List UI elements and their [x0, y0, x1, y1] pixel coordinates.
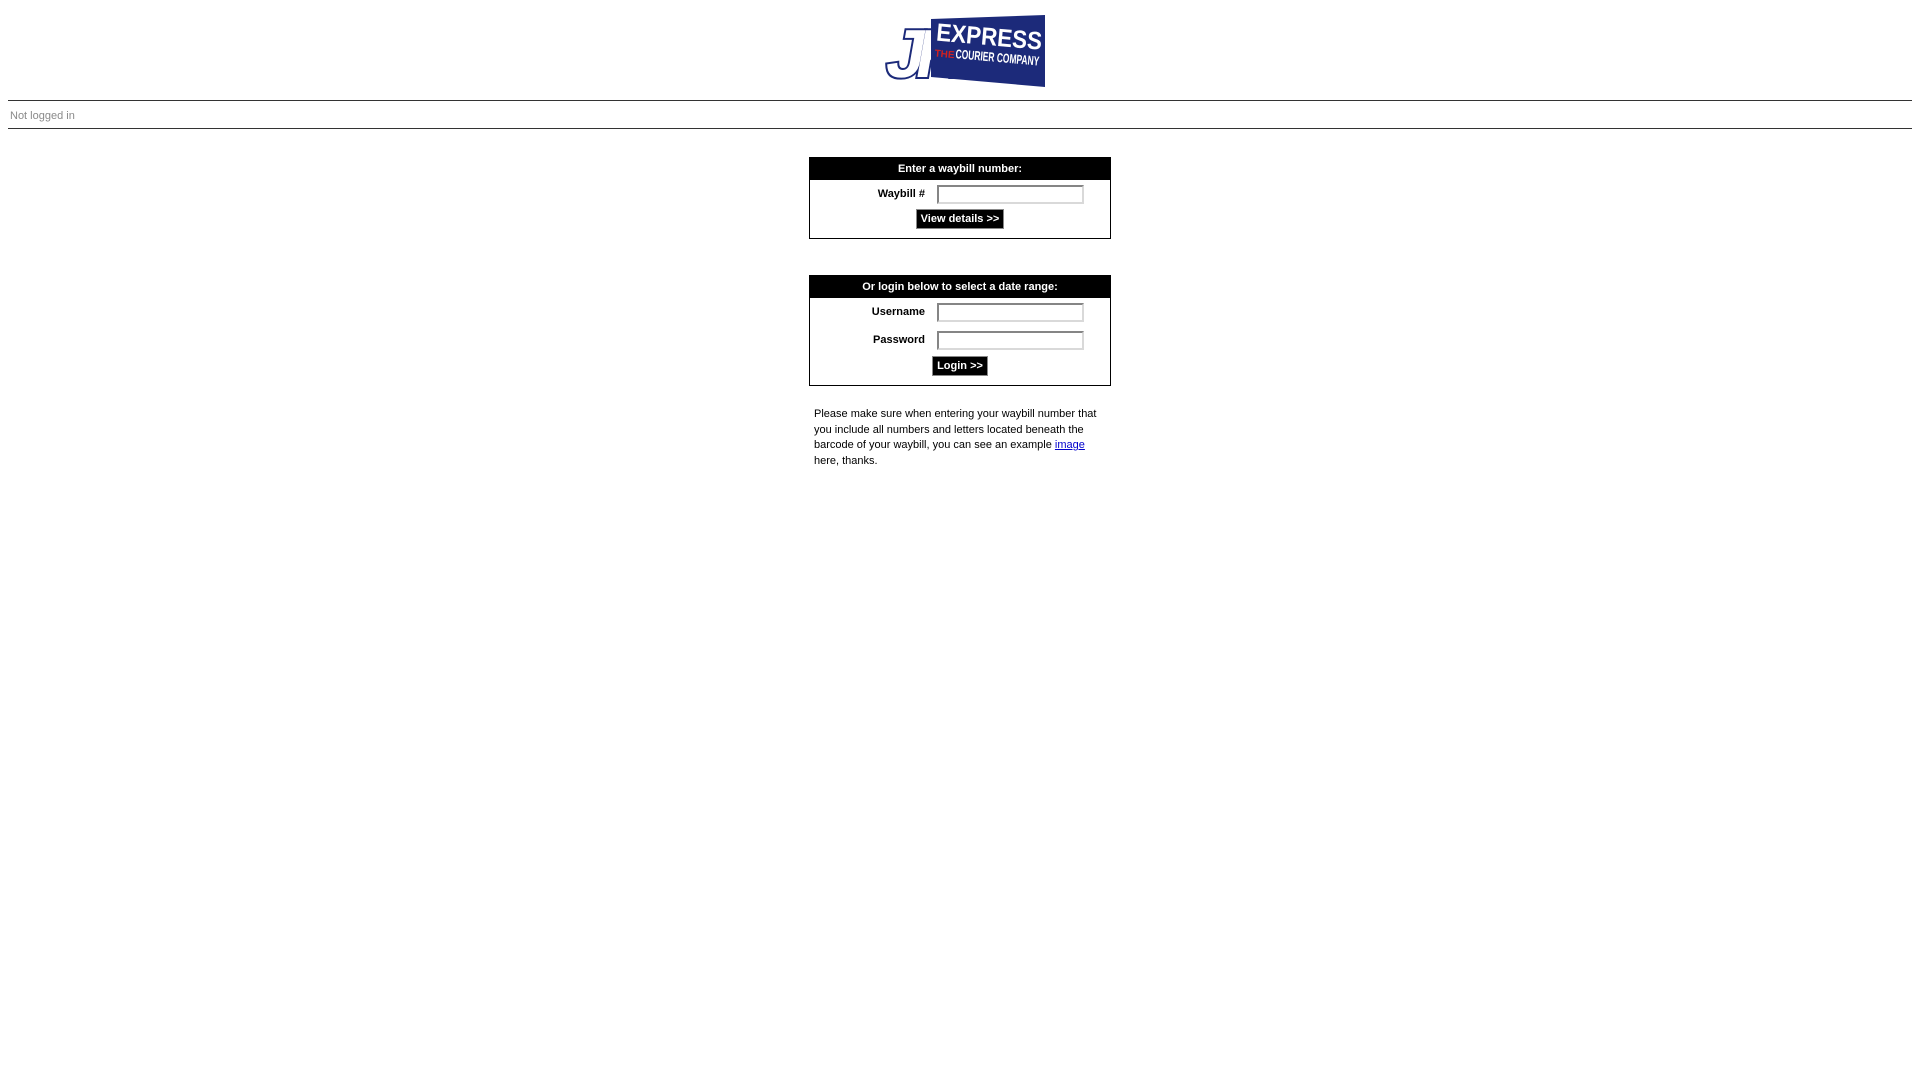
username-input[interactable]	[937, 303, 1084, 322]
password-row: Password	[810, 326, 1110, 354]
waybill-help-note: Please make sure when entering your wayb…	[814, 407, 1110, 469]
login-button-row: Login >>	[810, 354, 1110, 376]
waybill-input[interactable]	[937, 185, 1084, 204]
waybill-lookup-panel: Enter a waybill number: Waybill # View d…	[809, 157, 1111, 239]
username-row: Username	[810, 298, 1110, 326]
waybill-button-row: View details >>	[810, 208, 1110, 229]
login-panel: Or login below to select a date range: U…	[809, 275, 1111, 386]
password-label: Password	[873, 334, 925, 346]
help-text-after-link: here, thanks.	[814, 454, 878, 467]
waybill-label: Waybill #	[877, 188, 925, 200]
page: JKJ EXPRESS THE COURIER COMPANY Not logg…	[0, 0, 1920, 1080]
password-input[interactable]	[937, 331, 1084, 350]
view-details-button[interactable]: View details >>	[915, 209, 1005, 229]
login-panel-header: Or login below to select a date range:	[810, 276, 1110, 298]
waybill-row: Waybill #	[810, 180, 1110, 208]
login-button[interactable]: Login >>	[932, 356, 988, 376]
username-label: Username	[871, 306, 925, 318]
logo-graphic: JKJ EXPRESS THE COURIER COMPANY	[879, 15, 1045, 88]
status-bar: Not logged in	[8, 100, 1912, 129]
login-status: Not logged in	[10, 110, 75, 122]
waybill-panel-header: Enter a waybill number:	[810, 158, 1110, 180]
logo-the: THE	[934, 48, 955, 61]
company-logo: JKJ EXPRESS THE COURIER COMPANY	[877, 15, 1045, 88]
example-image-link[interactable]: image	[1055, 439, 1085, 451]
